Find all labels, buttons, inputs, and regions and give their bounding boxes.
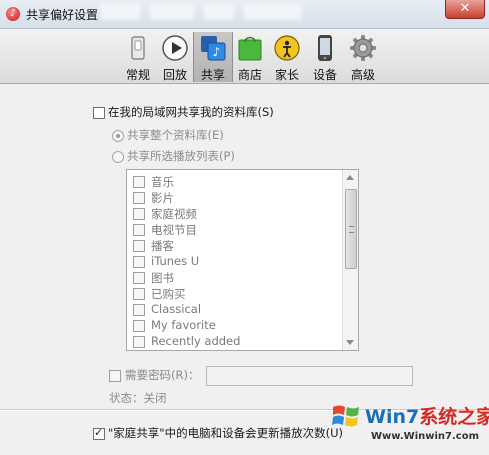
- scrollbar-thumb[interactable]: [345, 189, 357, 269]
- list-item[interactable]: 音乐: [133, 174, 333, 190]
- list-item[interactable]: 图书: [133, 270, 333, 286]
- tab-general-label: 常规: [125, 68, 150, 82]
- watermark-url: Www.Winwin7.com: [371, 431, 480, 442]
- tab-general[interactable]: 常规: [119, 32, 157, 82]
- list-item-label: Recently added: [151, 334, 241, 348]
- tab-sharing[interactable]: ♪ 共享: [193, 32, 233, 82]
- blurred-background-tabs: [100, 4, 430, 24]
- site-watermark: Win7系统之家 Www.Winwin7.com: [331, 398, 489, 455]
- watermark-brand-b: 系统之家: [419, 406, 489, 428]
- list-item[interactable]: Classical: [133, 302, 333, 318]
- share-selected-playlists-radio[interactable]: [112, 151, 124, 163]
- list-item-checkbox[interactable]: [133, 208, 145, 220]
- share-library-checkbox[interactable]: [93, 107, 105, 119]
- list-item-checkbox[interactable]: [133, 288, 145, 300]
- window-title: 共享偏好设置: [26, 8, 99, 22]
- device-iphone-icon: [318, 35, 332, 61]
- list-item[interactable]: 家庭视频: [133, 206, 333, 222]
- list-item[interactable]: 已购买: [133, 286, 333, 302]
- list-item-label: 播客: [151, 239, 174, 253]
- svg-text:♪: ♪: [213, 45, 221, 59]
- tab-store[interactable]: 商店: [231, 32, 269, 82]
- tab-playback-label: 回放: [162, 68, 187, 82]
- list-item-checkbox[interactable]: [133, 240, 145, 252]
- tab-sharing-label: 共享: [200, 68, 225, 82]
- tab-devices-label: 设备: [312, 68, 337, 82]
- list-item[interactable]: Recently added: [133, 334, 333, 350]
- general-switch-icon: [131, 36, 145, 60]
- list-item-label: 已购买: [151, 287, 186, 301]
- close-button[interactable]: ✕: [445, 0, 485, 19]
- preferences-toolbar: 常规 回放 ♪ 共享 商店 家长 设备 高级: [0, 29, 489, 84]
- list-item-checkbox[interactable]: [133, 304, 145, 316]
- list-item-checkbox[interactable]: [133, 336, 145, 348]
- list-item-checkbox[interactable]: [133, 256, 145, 268]
- title-bar: ♪ 共享偏好设置 ✕: [0, 0, 489, 29]
- list-item[interactable]: iTunes U: [133, 254, 333, 270]
- tab-store-label: 商店: [237, 68, 262, 82]
- playlists-scrollbar[interactable]: [342, 170, 358, 350]
- share-entire-library-radio[interactable]: [112, 130, 124, 142]
- share-library-label: 在我的局域网共享我的资料库(S): [108, 105, 274, 119]
- tab-parental-label: 家长: [274, 68, 299, 82]
- share-entire-library-label: 共享整个资料库(E): [127, 128, 224, 142]
- list-item-checkbox[interactable]: [133, 224, 145, 236]
- windows-flag-icon: [332, 405, 359, 427]
- password-field[interactable]: [206, 366, 413, 386]
- sharing-status: 状态：关闭: [109, 391, 167, 405]
- tab-devices[interactable]: 设备: [306, 32, 344, 82]
- list-item-label: 影片: [151, 191, 174, 205]
- home-sharing-play-count-checkbox[interactable]: [93, 426, 105, 440]
- playlists-list[interactable]: 音乐 影片 家庭视频 电视节目 播客 iTunes U 图书 已购买 Class…: [126, 169, 359, 351]
- list-item-label: 电视节目: [151, 223, 197, 237]
- list-item-label: iTunes U: [151, 254, 200, 268]
- tab-advanced-label: 高级: [350, 68, 375, 82]
- list-item-checkbox[interactable]: [133, 176, 145, 188]
- list-item-label: 音乐: [151, 175, 174, 189]
- home-sharing-play-count-label: "家庭共享"中的电脑和设备会更新播放次数(U): [108, 426, 343, 440]
- tab-playback[interactable]: 回放: [156, 32, 194, 82]
- list-item[interactable]: 电视节目: [133, 222, 333, 238]
- watermark-brand: Win7系统之家: [365, 402, 489, 429]
- store-bag-icon: [238, 36, 262, 61]
- tab-parental[interactable]: 家长: [268, 32, 306, 82]
- parental-icon: [274, 35, 300, 61]
- list-item-checkbox[interactable]: [133, 192, 145, 204]
- list-item-label: Classical: [151, 302, 202, 316]
- sharing-icon: ♪: [201, 36, 226, 61]
- list-item-label: 图书: [151, 271, 174, 285]
- share-selected-playlists-label: 共享所选播放列表(P): [127, 149, 235, 163]
- list-item-label: My favorite: [151, 318, 216, 332]
- scroll-up-arrow-icon[interactable]: [346, 175, 354, 180]
- list-item[interactable]: My favorite: [133, 318, 333, 334]
- tab-advanced[interactable]: 高级: [344, 32, 382, 82]
- list-item-checkbox[interactable]: [133, 272, 145, 284]
- list-item[interactable]: 影片: [133, 190, 333, 206]
- grip-icon: [349, 226, 354, 233]
- scroll-down-arrow-icon[interactable]: [346, 340, 354, 345]
- list-item[interactable]: 播客: [133, 238, 333, 254]
- require-password-label: 需要密码(R)：: [125, 368, 200, 382]
- playback-icon: [162, 35, 188, 61]
- require-password-checkbox[interactable]: [109, 370, 121, 382]
- watermark-brand-a: Win7: [365, 406, 420, 428]
- itunes-app-icon: ♪: [6, 7, 20, 21]
- advanced-gear-icon: [350, 35, 376, 61]
- list-item-checkbox[interactable]: [133, 320, 145, 332]
- list-item-label: 家庭视频: [151, 207, 197, 221]
